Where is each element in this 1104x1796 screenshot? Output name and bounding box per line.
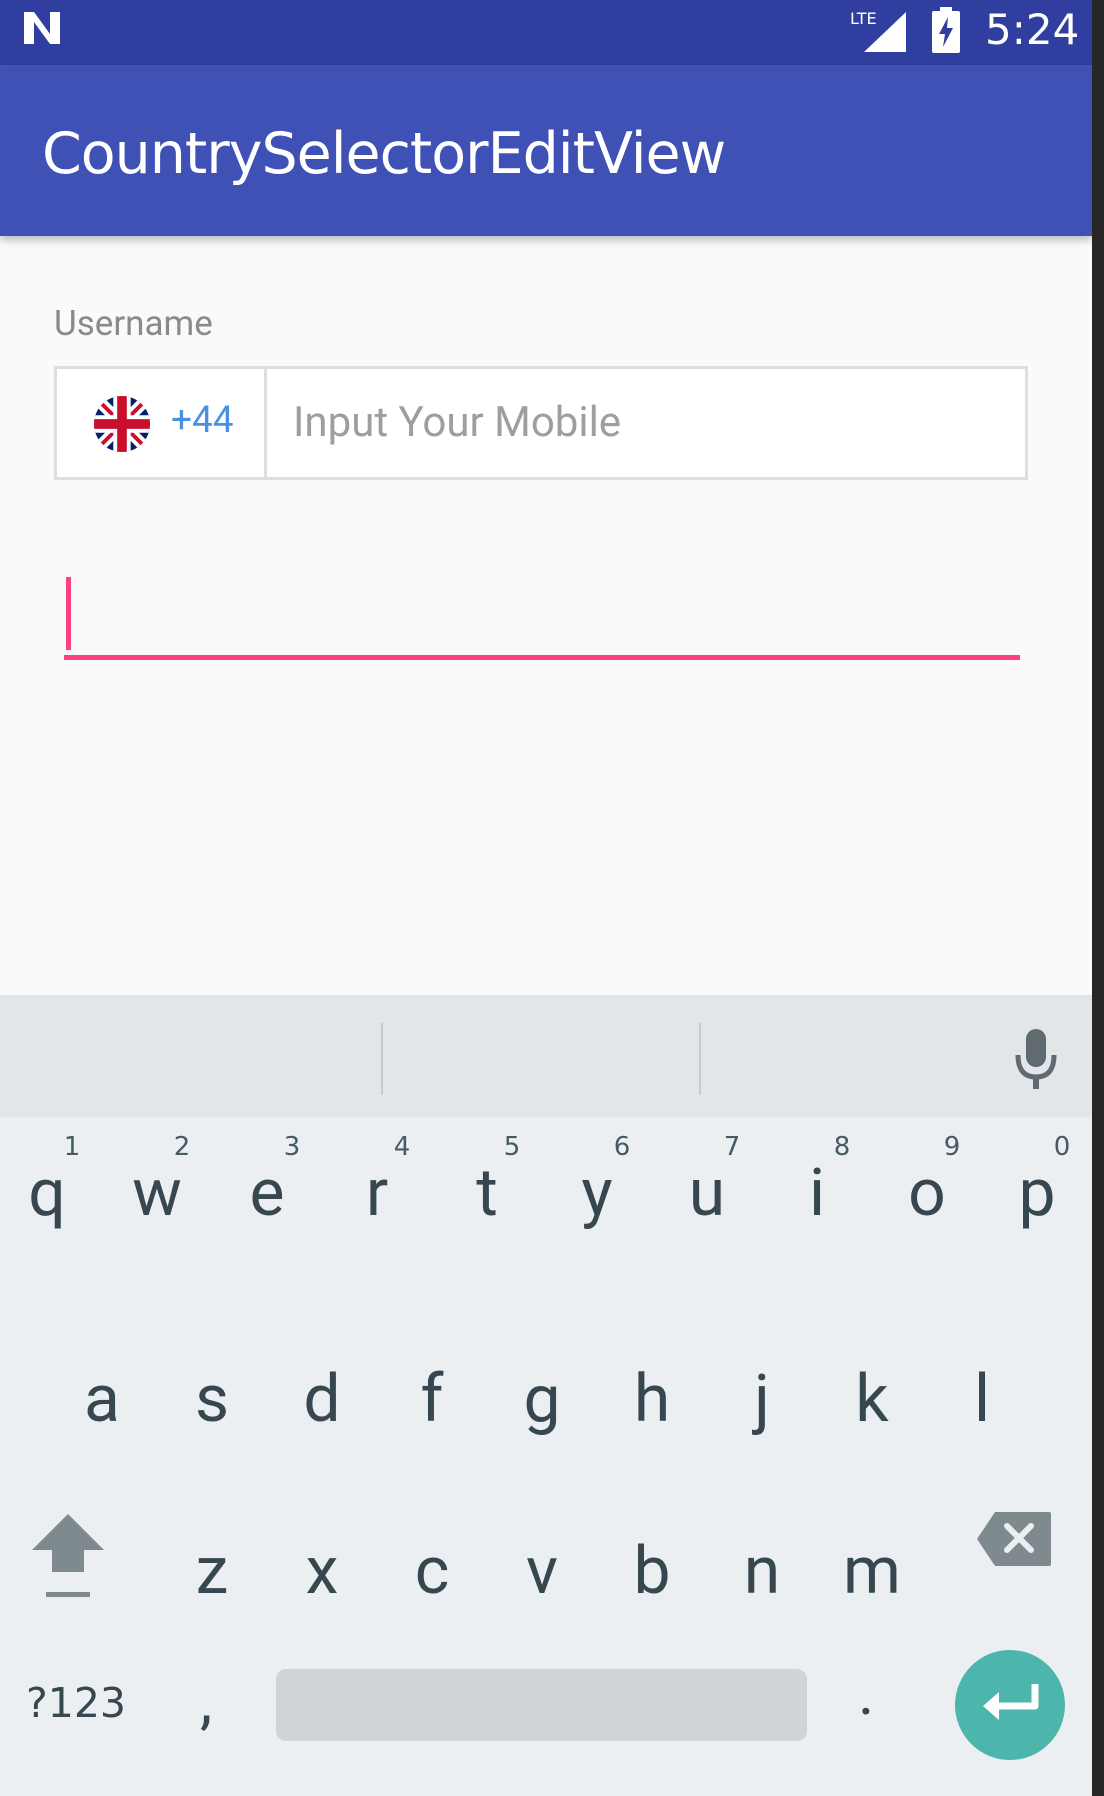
key-q[interactable]: 1q: [0, 1132, 102, 1232]
key-y[interactable]: 6y: [542, 1132, 652, 1232]
suggestion-divider: [699, 1023, 701, 1095]
mobile-number-input[interactable]: [293, 389, 993, 455]
lte-signal-icon: LTE: [850, 9, 906, 52]
key-letter: j: [754, 1361, 770, 1438]
key-letter: z: [195, 1533, 229, 1610]
key-u[interactable]: 7u: [652, 1132, 762, 1232]
key-k[interactable]: k: [817, 1338, 927, 1438]
space-bar[interactable]: [276, 1669, 807, 1741]
key-letter: q: [28, 1155, 66, 1232]
username-label: Username: [54, 303, 213, 344]
key-letter: r: [365, 1155, 389, 1232]
notification-n-icon: [24, 12, 60, 44]
key-letter: l: [973, 1361, 991, 1438]
key-t[interactable]: 5t: [432, 1132, 542, 1232]
app-toolbar: CountrySelectorEditView: [0, 65, 1092, 236]
key-letter: i: [808, 1155, 826, 1232]
backspace-icon[interactable]: [975, 1510, 1053, 1568]
key-e[interactable]: 3e: [212, 1132, 322, 1232]
key-w[interactable]: 2w: [102, 1132, 212, 1232]
network-type: LTE: [850, 9, 877, 28]
key-letter: f: [420, 1361, 444, 1438]
comma-key[interactable]: ,: [200, 1665, 212, 1738]
soft-keyboard: 1q2w3e4r5t6y7u8i9o0p asd f gh j k l zxcvbnm ?…: [0, 995, 1092, 1796]
key-j[interactable]: j: [707, 1338, 817, 1438]
suggestion-divider: [381, 1023, 383, 1095]
uk-flag-icon: [93, 395, 151, 453]
app-title: CountrySelectorEditView: [42, 121, 726, 187]
key-i[interactable]: 8i: [762, 1132, 872, 1232]
key-letter: d: [303, 1361, 341, 1438]
key-s[interactable]: s: [157, 1338, 267, 1438]
key-a[interactable]: a: [47, 1338, 157, 1438]
key-n[interactable]: n: [707, 1510, 817, 1610]
key-letter: x: [305, 1533, 339, 1610]
key-d[interactable]: d: [267, 1338, 377, 1438]
enter-icon: [983, 1684, 1039, 1720]
screen-edge: [1092, 0, 1104, 1796]
key-c[interactable]: c: [377, 1510, 487, 1610]
key-letter: a: [84, 1361, 120, 1438]
key-letter: c: [414, 1533, 450, 1610]
key-f[interactable]: f: [377, 1338, 487, 1438]
key-letter: w: [132, 1155, 182, 1232]
key-letter: u: [688, 1155, 726, 1232]
key-letter: t: [476, 1155, 498, 1232]
key-letter: p: [1018, 1155, 1056, 1232]
app-screen: LTE 5:24 CountrySelectorEditView Usernam…: [0, 0, 1092, 1796]
key-z[interactable]: z: [157, 1510, 267, 1610]
status-bar: LTE 5:24: [0, 0, 1092, 65]
microphone-icon[interactable]: [1012, 1027, 1060, 1091]
key-letter: g: [523, 1361, 561, 1438]
key-letter: v: [526, 1533, 558, 1610]
suggestion-strip: [0, 995, 1092, 1117]
key-o[interactable]: 9o: [872, 1132, 982, 1232]
key-letter: k: [855, 1361, 889, 1438]
key-l[interactable]: l: [927, 1338, 1037, 1438]
key-v[interactable]: v: [487, 1510, 597, 1610]
focused-text-field[interactable]: [64, 570, 1020, 665]
battery-charging-icon: [932, 7, 960, 53]
key-letter: e: [249, 1155, 285, 1232]
key-g[interactable]: g: [487, 1338, 597, 1438]
key-m[interactable]: m: [817, 1510, 927, 1610]
key-letter: h: [633, 1361, 671, 1438]
key-b[interactable]: b: [597, 1510, 707, 1610]
key-r[interactable]: 4r: [322, 1132, 432, 1232]
key-letter: s: [194, 1361, 230, 1438]
key-h[interactable]: h: [597, 1338, 707, 1438]
enter-key[interactable]: [955, 1650, 1065, 1760]
country-dial-code: +44: [171, 399, 234, 442]
text-cursor: [66, 577, 71, 650]
key-p[interactable]: 0p: [982, 1132, 1092, 1232]
shift-icon[interactable]: [30, 1510, 106, 1606]
key-letter: o: [908, 1155, 946, 1232]
phone-number-box: +44: [54, 366, 1028, 480]
symbols-key[interactable]: ?123: [26, 1679, 126, 1727]
clock: 5:24: [985, 5, 1080, 54]
key-letter: b: [633, 1533, 671, 1610]
country-selector[interactable]: +44: [57, 369, 267, 477]
key-x[interactable]: x: [267, 1510, 377, 1610]
text-field-underline: [64, 655, 1020, 660]
key-letter: n: [743, 1533, 781, 1610]
key-letter: m: [843, 1533, 901, 1610]
key-letter: y: [581, 1155, 613, 1232]
period-key[interactable]: .: [858, 1657, 874, 1730]
